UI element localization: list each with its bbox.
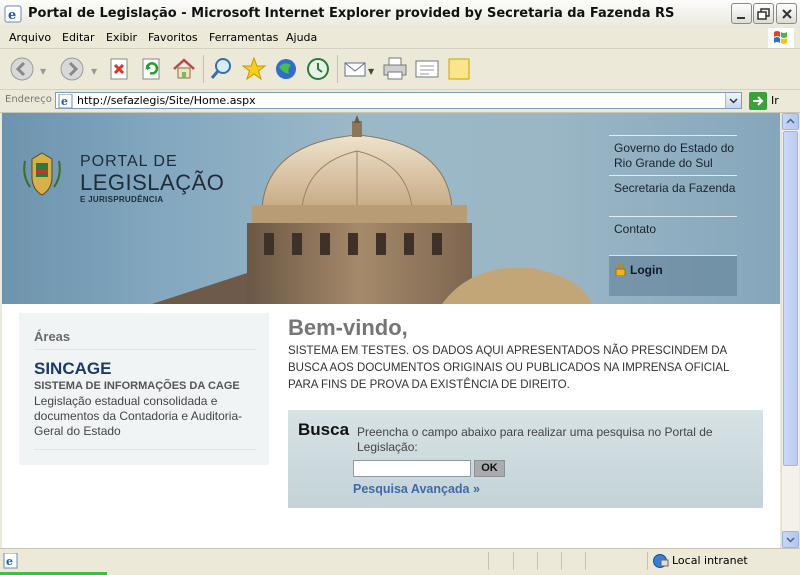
mail-icon[interactable]: [342, 55, 370, 83]
menu-favoritos[interactable]: Favoritos: [148, 31, 198, 44]
minimize-button[interactable]: [731, 3, 752, 24]
restore-icon: [757, 8, 770, 20]
toolbar: ▼ ▼ ▼: [0, 49, 800, 90]
chevron-up-icon: [786, 118, 795, 124]
favorites-icon[interactable]: [240, 55, 268, 83]
sincage-description: Legislação estadual consolidada e docume…: [34, 394, 243, 438]
scroll-thumb[interactable]: [783, 131, 798, 466]
status-bar: e Local intranet: [0, 548, 800, 575]
disclaimer-text: SISTEMA EM TESTES. OS DADOS AQUI APRESEN…: [288, 345, 729, 391]
search-ok-button[interactable]: OK: [474, 460, 505, 477]
svg-text:e: e: [8, 8, 16, 23]
toolbar-separator: [203, 55, 204, 83]
back-icon[interactable]: [8, 55, 36, 83]
address-bar: Endereço e http://sefazlegis/Site/Home.a…: [0, 90, 800, 113]
restore-button[interactable]: [753, 3, 774, 24]
go-arrow-icon[interactable]: [749, 92, 767, 110]
nav-secretaria-fazenda[interactable]: Secretaria da Fazenda: [609, 175, 737, 216]
menu-ajuda[interactable]: Ajuda: [286, 31, 317, 44]
status-separator: [585, 552, 586, 570]
close-icon: [782, 9, 792, 19]
back-dropdown-icon[interactable]: ▼: [40, 67, 46, 76]
scroll-down-button[interactable]: [782, 531, 799, 548]
welcome-heading: Bem-vindo,: [288, 315, 408, 340]
history-icon[interactable]: [304, 55, 332, 83]
logo-line1: PORTAL DE: [80, 153, 178, 170]
search-icon[interactable]: [208, 55, 236, 83]
status-separator: [513, 552, 514, 570]
window-titlebar: e Portal de Legislação - Microsoft Inter…: [0, 0, 800, 29]
advanced-search-link[interactable]: Pesquisa Avançada »: [353, 482, 480, 496]
sidebar-heading: Áreas: [34, 329, 71, 344]
svg-text:e: e: [61, 95, 68, 108]
page-viewport: PORTAL DE LEGISLAÇÃO E JURISPRUDÊNCIA Go…: [2, 113, 780, 548]
menu-arquivo[interactable]: Arquivo: [9, 31, 51, 44]
search-panel: Busca Preencha o campo abaixo para reali…: [288, 410, 763, 508]
menu-bar: Arquivo Editar Exibir Favoritos Ferramen…: [0, 28, 800, 49]
home-icon[interactable]: [170, 55, 198, 83]
address-dropdown-button[interactable]: [725, 93, 741, 108]
nav-contato[interactable]: Contato: [609, 216, 737, 256]
forward-icon[interactable]: [58, 55, 86, 83]
rs-crest-icon: [23, 152, 61, 196]
search-input[interactable]: [353, 460, 471, 477]
vertical-scrollbar[interactable]: [781, 113, 799, 548]
chevron-down-icon: [729, 98, 738, 104]
svg-text:e: e: [6, 555, 13, 568]
address-label: Endereço: [5, 94, 52, 105]
stop-icon[interactable]: [106, 55, 134, 83]
scroll-up-button[interactable]: [782, 113, 799, 130]
login-button[interactable]: Login: [609, 255, 737, 296]
login-label: Login: [630, 263, 663, 277]
go-button[interactable]: Ir: [771, 94, 779, 107]
window-title: Portal de Legislação - Microsoft Interne…: [28, 6, 675, 21]
divider: [34, 449, 256, 450]
status-separator: [561, 552, 562, 570]
refresh-icon[interactable]: [138, 55, 166, 83]
status-separator: [647, 552, 648, 570]
print-icon[interactable]: [381, 55, 409, 83]
search-help: Preencha o campo abaixo para realizar um…: [357, 425, 713, 454]
status-separator: [537, 552, 538, 570]
menu-exibir[interactable]: Exibir: [106, 31, 137, 44]
media-icon[interactable]: [272, 55, 300, 83]
status-separator: [488, 552, 489, 570]
toolbar-separator: [337, 55, 338, 83]
minimize-icon: [737, 17, 745, 19]
sincage-link[interactable]: SINCAGE: [34, 359, 111, 379]
page-icon: e: [58, 94, 73, 108]
windows-logo-icon: [768, 28, 794, 48]
logo-line3: E JURISPRUDÊNCIA: [80, 195, 164, 204]
menu-ferramentas[interactable]: Ferramentas: [209, 31, 278, 44]
page-status-icon: e: [3, 553, 18, 569]
discuss-icon[interactable]: [445, 55, 473, 83]
sidebar-areas: Áreas SINCAGE SISTEMA DE INFORMAÇÕES DA …: [19, 313, 269, 465]
mail-dropdown-icon[interactable]: ▼: [368, 67, 374, 76]
divider: [34, 349, 256, 350]
forward-dropdown-icon[interactable]: ▼: [91, 67, 97, 76]
address-url: http://sefazlegis/Site/Home.aspx: [77, 94, 256, 107]
address-input[interactable]: e http://sefazlegis/Site/Home.aspx: [55, 92, 742, 109]
sincage-subtitle: SISTEMA DE INFORMAÇÕES DA CAGE: [34, 380, 240, 392]
close-button[interactable]: [776, 3, 797, 24]
logo-line2: LEGISLAÇÃO: [80, 170, 225, 195]
intranet-icon: [653, 554, 669, 568]
lock-icon: [615, 264, 626, 276]
chevron-down-icon: [786, 537, 795, 543]
ie-icon: e: [4, 5, 22, 23]
page-header: PORTAL DE LEGISLAÇÃO E JURISPRUDÊNCIA Go…: [2, 113, 780, 304]
nav-governo-estado[interactable]: Governo do Estado do Rio Grande do Sul: [609, 135, 737, 175]
edit-icon[interactable]: [413, 55, 441, 83]
security-zone: Local intranet: [672, 554, 748, 567]
search-title: Busca: [298, 420, 350, 439]
menu-editar[interactable]: Editar: [62, 31, 95, 44]
